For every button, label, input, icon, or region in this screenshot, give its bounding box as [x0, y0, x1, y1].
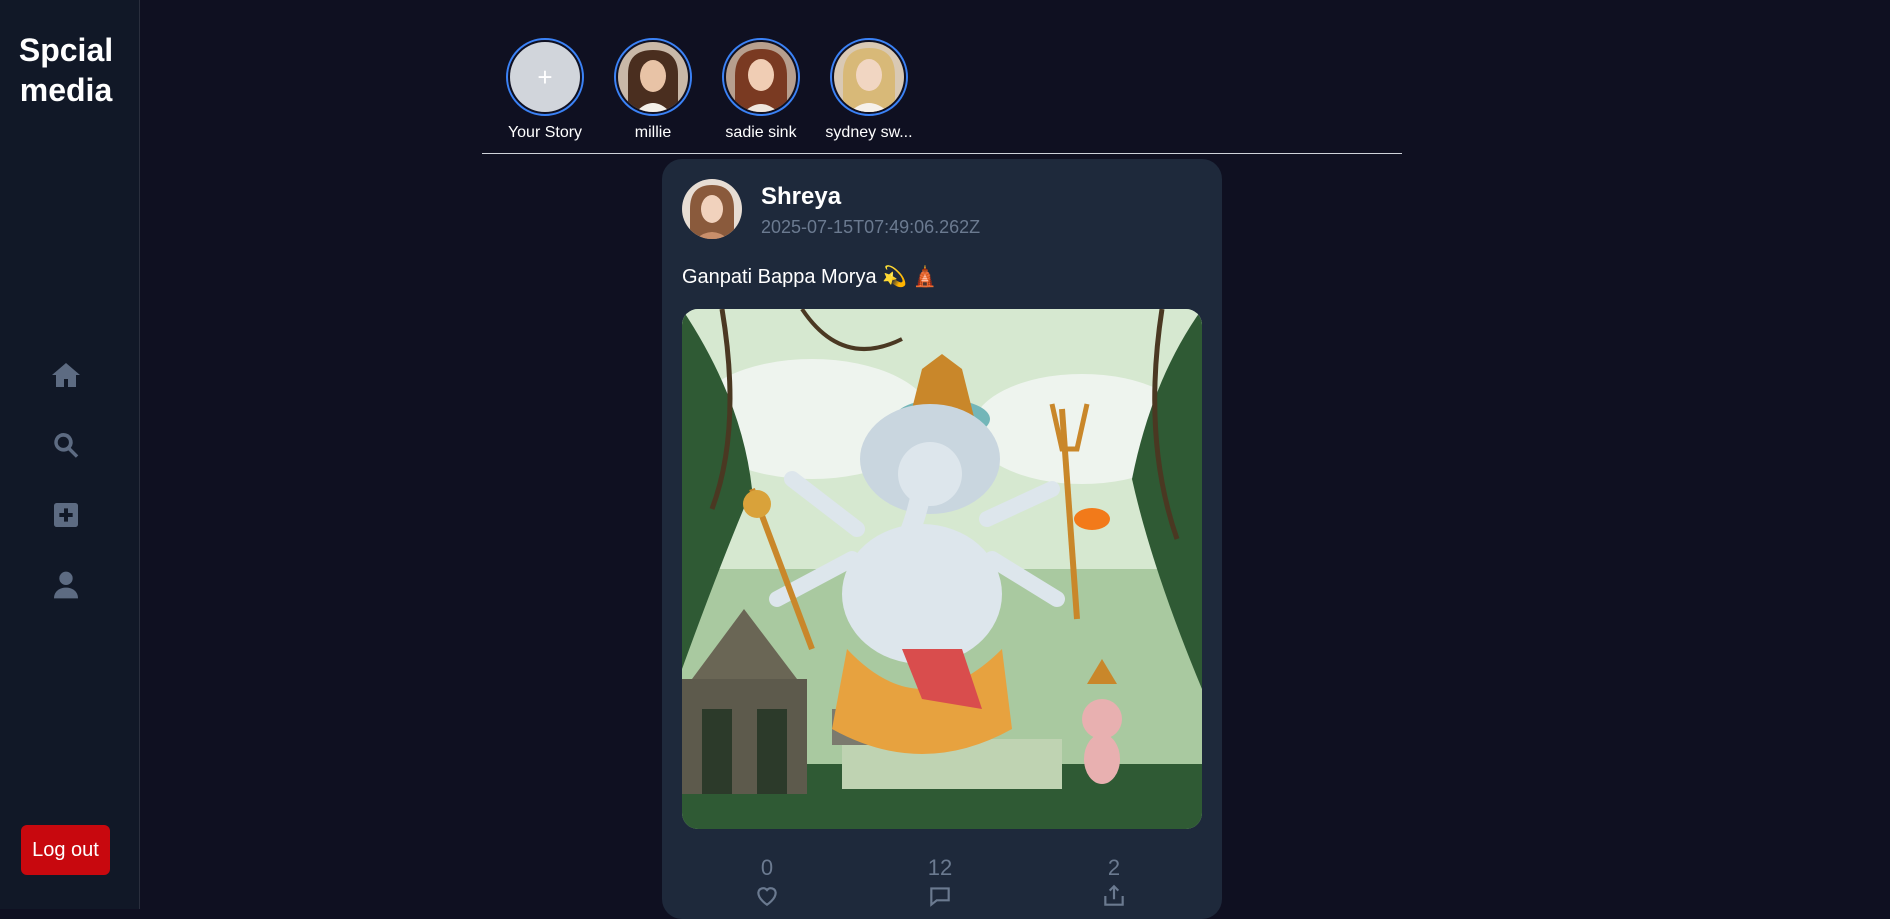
story-name: sydney sw...: [825, 124, 913, 141]
comment-count: 12: [927, 855, 953, 880]
story-sadie-sink[interactable]: sadie sink: [713, 38, 809, 142]
home-icon: [52, 363, 80, 387]
like-count: 0: [760, 855, 774, 880]
logout-button[interactable]: Log out: [21, 825, 110, 875]
post-timestamp: 2025-07-15T07:49:06.262Z: [761, 217, 981, 237]
comment-stat[interactable]: 12: [910, 855, 970, 914]
stories-bar: + Your Story millie sadie sink sydney sw…: [482, 0, 1402, 154]
nav-profile[interactable]: [0, 550, 132, 620]
plus-square-icon: [54, 503, 78, 527]
story-sydney[interactable]: sydney sw...: [821, 38, 917, 142]
comment-icon: [930, 887, 950, 907]
like-stat[interactable]: 0: [737, 855, 797, 914]
nav-home[interactable]: [0, 340, 132, 410]
sidebar-nav: [0, 340, 132, 620]
story-ring: +: [506, 38, 584, 116]
post-image: [682, 309, 1202, 829]
story-your-story[interactable]: + Your Story: [497, 38, 593, 142]
story-ring: [830, 38, 908, 116]
nav-create[interactable]: [0, 480, 132, 550]
share-count: 2: [1107, 855, 1121, 880]
add-story-icon: +: [510, 42, 580, 112]
app-brand: Spcial media: [18, 32, 114, 108]
story-avatar: [618, 42, 688, 112]
story-avatar: [834, 42, 904, 112]
post-author[interactable]: Shreya: [761, 183, 841, 211]
user-icon: [54, 571, 78, 599]
story-ring: [614, 38, 692, 116]
sidebar: Spcial media Log out: [0, 0, 140, 909]
author-avatar[interactable]: [682, 179, 742, 239]
search-icon: [54, 433, 79, 458]
post-caption: Ganpati Bappa Morya 💫 🛕: [682, 266, 938, 288]
story-avatar: [726, 42, 796, 112]
share-icon: [1104, 884, 1124, 906]
story-name: millie: [634, 124, 672, 141]
story-name: Your Story: [507, 124, 583, 141]
heart-icon: [757, 887, 777, 906]
story-millie[interactable]: millie: [605, 38, 701, 142]
story-ring: [722, 38, 800, 116]
nav-search[interactable]: [0, 410, 132, 480]
post-card: Shreya 2025-07-15T07:49:06.262Z Ganpati …: [662, 159, 1222, 919]
share-stat[interactable]: 2: [1084, 855, 1144, 914]
story-name: sadie sink: [725, 124, 797, 141]
